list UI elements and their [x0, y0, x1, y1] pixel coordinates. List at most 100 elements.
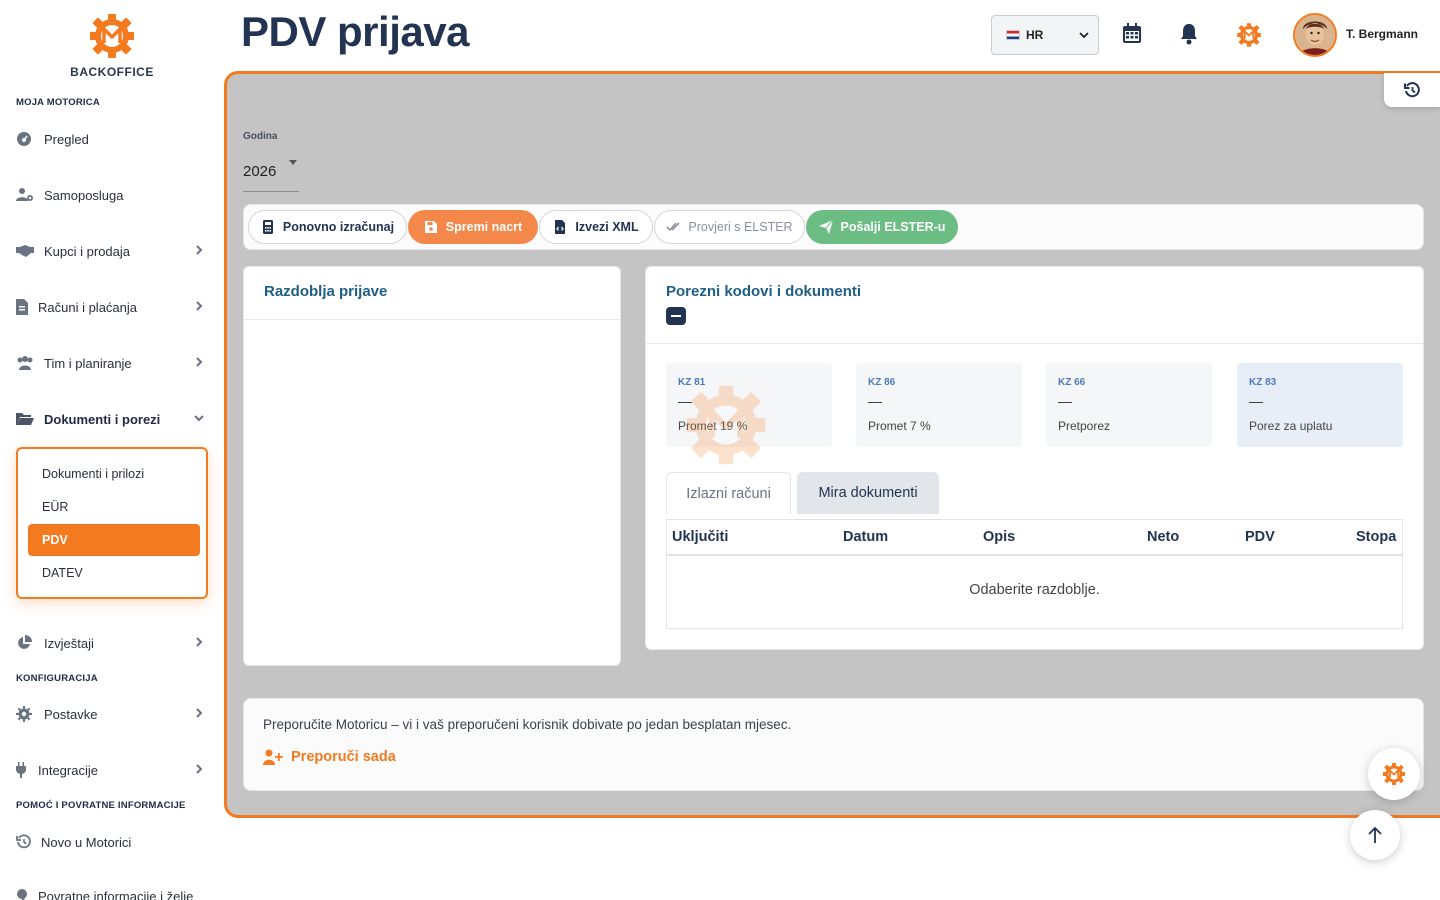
sidebar-item-tim[interactable]: Tim i planiranje — [16, 351, 208, 375]
send-elster-button[interactable]: Pošalji ELSTER-u — [806, 210, 958, 244]
chevron-right-icon — [196, 637, 203, 647]
column-header-vat[interactable]: PDV — [1245, 520, 1275, 554]
tax-codes-card-title: Porezni kodovi i dokumenti — [666, 283, 862, 300]
assistant-button[interactable] — [1368, 748, 1420, 800]
language-value: HR — [1026, 28, 1044, 42]
plug-icon — [16, 762, 30, 778]
kz-code: KZ 81 — [678, 377, 706, 388]
year-select[interactable]: 2026 — [243, 152, 299, 192]
kz-description: Promet 7 % — [868, 419, 931, 433]
sidebar-item-novo[interactable]: Novo u Motorici — [16, 830, 208, 854]
column-header-rate[interactable]: Stopa — [1356, 520, 1396, 554]
kz-value: — — [678, 393, 692, 409]
sidebar-item-postavke[interactable]: Postavke — [16, 702, 208, 726]
collapse-button[interactable] — [666, 307, 686, 325]
chevron-right-icon — [196, 301, 203, 311]
sidebar-item-label: Računi i plaćanja — [38, 299, 138, 315]
user-plus-icon — [263, 749, 283, 765]
user-name[interactable]: T. Bergmann — [1346, 27, 1418, 41]
handshake-icon — [16, 243, 36, 259]
kz-value: — — [868, 393, 882, 409]
motorica-gear-icon[interactable] — [1234, 20, 1264, 50]
tab-mira-dokumenti[interactable]: Mira dokumenti — [797, 472, 939, 514]
sidebar-item-izvjestaji[interactable]: Izvještaji — [16, 631, 208, 655]
periods-card: Razdoblja prijave — [243, 266, 621, 666]
sidebar-item-label: Samoposluga — [44, 187, 124, 203]
arrow-up-icon — [1368, 826, 1382, 843]
sidebar-item-pregled[interactable]: Pregled — [16, 127, 208, 151]
pie-chart-icon — [16, 635, 36, 651]
paper-plane-icon — [818, 220, 833, 234]
user-avatar-icon — [1295, 15, 1335, 55]
divider — [646, 343, 1423, 344]
recalculate-label: Ponovno izračunaj — [282, 220, 395, 234]
tax-codes-card: Porezni kodovi i dokumenti KZ 81 — Prome… — [645, 266, 1424, 650]
sidebar-item-label: Integracije — [38, 762, 98, 778]
chevron-down-icon — [194, 415, 204, 422]
language-select[interactable]: HR — [991, 15, 1099, 55]
save-draft-label: Spremi nacrt — [445, 220, 523, 234]
dashboard-icon — [16, 131, 36, 147]
refer-now-label: Preporuči sada — [291, 749, 396, 765]
sidebar-item-label: Novo u Motorici — [41, 834, 132, 850]
scroll-to-top-button[interactable] — [1350, 810, 1400, 860]
kz-description: Promet 19 % — [678, 419, 748, 433]
refer-now-link[interactable]: Preporuči sada — [263, 749, 396, 765]
submenu-item-datev[interactable]: DATEV — [28, 557, 200, 589]
history-icon — [1404, 82, 1420, 98]
submenu-item-dokumenti-prilozi[interactable]: Dokumenti i prilozi — [28, 458, 200, 490]
calendar-icon[interactable] — [1120, 22, 1144, 46]
table-header-divider — [667, 554, 1402, 556]
sidebar-item-racuni[interactable]: Računi i plaćanja — [16, 295, 208, 319]
sidebar-item-kupci[interactable]: Kupci i prodaja — [16, 239, 208, 263]
save-icon — [424, 221, 437, 233]
check-elster-button[interactable]: Provjeri s ELSTER — [654, 210, 805, 244]
folder-open-icon — [16, 411, 36, 427]
periods-card-title: Razdoblja prijave — [264, 283, 388, 300]
sidebar-item-integracije[interactable]: Integracije — [16, 758, 208, 782]
column-header-net[interactable]: Neto — [1147, 520, 1179, 554]
kz-description: Pretporez — [1058, 419, 1111, 433]
gear-icon — [16, 706, 36, 722]
submenu-item-pdv[interactable]: PDV — [28, 524, 200, 556]
section-pomoc: POMOĆ I POVRATNE INFORMACIJE — [16, 800, 186, 811]
history-button[interactable] — [1384, 73, 1440, 107]
kz-code: KZ 86 — [868, 377, 896, 388]
column-header-description[interactable]: Opis — [983, 520, 1015, 554]
divider — [244, 319, 620, 320]
page-title: PDV prijava — [241, 8, 469, 55]
sidebar-item-samoposluga[interactable]: Samoposluga — [16, 183, 208, 207]
tab-izlazni-racuni[interactable]: Izlazni računi — [666, 472, 791, 514]
save-draft-button[interactable]: Spremi nacrt — [408, 210, 538, 244]
avatar[interactable] — [1293, 13, 1337, 57]
column-header-include[interactable]: Uključiti — [672, 520, 728, 554]
year-label: Godina — [243, 131, 278, 142]
motorica-logo-icon[interactable] — [84, 12, 140, 60]
chevron-right-icon — [196, 708, 203, 718]
comment-icon — [16, 888, 30, 900]
invoice-icon — [16, 299, 30, 315]
chevron-right-icon — [196, 357, 203, 367]
export-xml-button[interactable]: Izvezi XML — [539, 210, 653, 244]
check-elster-label: Provjeri s ELSTER — [688, 220, 793, 234]
submenu-item-eur[interactable]: EÜR — [28, 491, 200, 523]
sidebar-item-dokumenti[interactable]: Dokumenti i porezi — [16, 407, 208, 431]
croatia-flag-icon — [1006, 30, 1020, 40]
kz-code: KZ 66 — [1058, 377, 1086, 388]
section-konfiguracija: KONFIGURACIJA — [16, 673, 98, 684]
sidebar-item-label: Povratne informacije i želje — [38, 888, 194, 900]
double-check-icon — [666, 222, 680, 232]
kz-box-83: KZ 83 — Porez za uplatu — [1237, 363, 1403, 447]
sidebar-item-povratne[interactable]: Povratne informacije i želje — [16, 884, 208, 900]
empty-state-message: Odaberite razdoblje. — [969, 582, 1100, 598]
kz-box-86: KZ 86 — Promet 7 % — [856, 363, 1022, 447]
export-xml-label: Izvezi XML — [575, 220, 639, 234]
recalculate-button[interactable]: Ponovno izračunaj — [248, 210, 407, 244]
kz-box-81: KZ 81 — Promet 19 % — [666, 363, 832, 447]
bell-icon[interactable] — [1177, 22, 1201, 46]
section-moja-motorica: MOJA MOTORICA — [16, 97, 100, 108]
column-header-date[interactable]: Datum — [843, 520, 888, 554]
send-elster-label: Pošalji ELSTER-u — [840, 220, 946, 234]
user-gear-icon — [16, 187, 36, 203]
file-code-icon — [555, 220, 566, 234]
